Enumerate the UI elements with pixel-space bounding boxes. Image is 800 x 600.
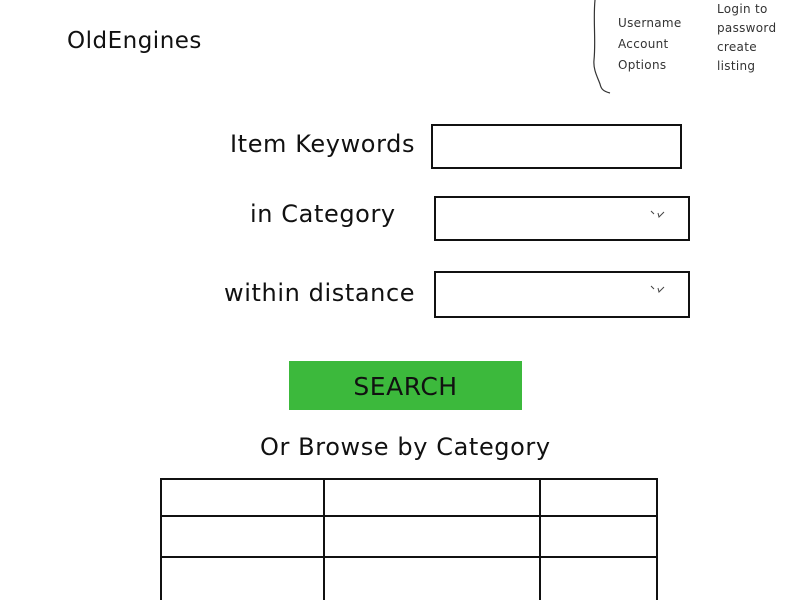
table-row (160, 515, 658, 558)
category-cell[interactable] (539, 478, 658, 517)
distance-label: within distance (224, 279, 416, 307)
category-cell[interactable] (323, 478, 541, 517)
bracket-icon (593, 0, 611, 94)
account-options-link-2[interactable]: Options (618, 55, 682, 76)
distance-select[interactable] (434, 271, 690, 318)
category-cell[interactable] (323, 556, 541, 600)
category-cell[interactable] (323, 515, 541, 558)
category-cell[interactable] (160, 478, 325, 517)
login-link[interactable]: Login to (717, 0, 776, 19)
search-button[interactable]: SEARCH (289, 361, 522, 410)
create-link[interactable]: create (717, 38, 776, 57)
site-logo[interactable]: OldEngines (67, 28, 202, 54)
category-table (160, 478, 658, 600)
listing-link[interactable]: listing (717, 57, 776, 76)
category-cell[interactable] (160, 515, 325, 558)
category-select[interactable] (434, 196, 690, 241)
keywords-label: Item Keywords (230, 130, 416, 158)
chevron-down-icon (650, 285, 665, 293)
account-menu-left: Username Account Options (618, 13, 682, 76)
category-label: in Category (250, 200, 396, 228)
chevron-down-icon (650, 210, 665, 218)
table-row (160, 556, 658, 600)
password-link[interactable]: password (717, 19, 776, 38)
username-link[interactable]: Username (618, 13, 682, 34)
browse-heading: Or Browse by Category (260, 433, 551, 461)
keywords-input[interactable] (431, 124, 682, 169)
page: OldEngines Username Account Options Logi… (0, 0, 800, 600)
account-menu-right: Login to password create listing (717, 0, 776, 76)
category-cell[interactable] (539, 556, 658, 600)
category-cell[interactable] (539, 515, 658, 558)
table-row (160, 478, 658, 517)
account-options-link[interactable]: Account (618, 34, 682, 55)
category-cell[interactable] (160, 556, 325, 600)
